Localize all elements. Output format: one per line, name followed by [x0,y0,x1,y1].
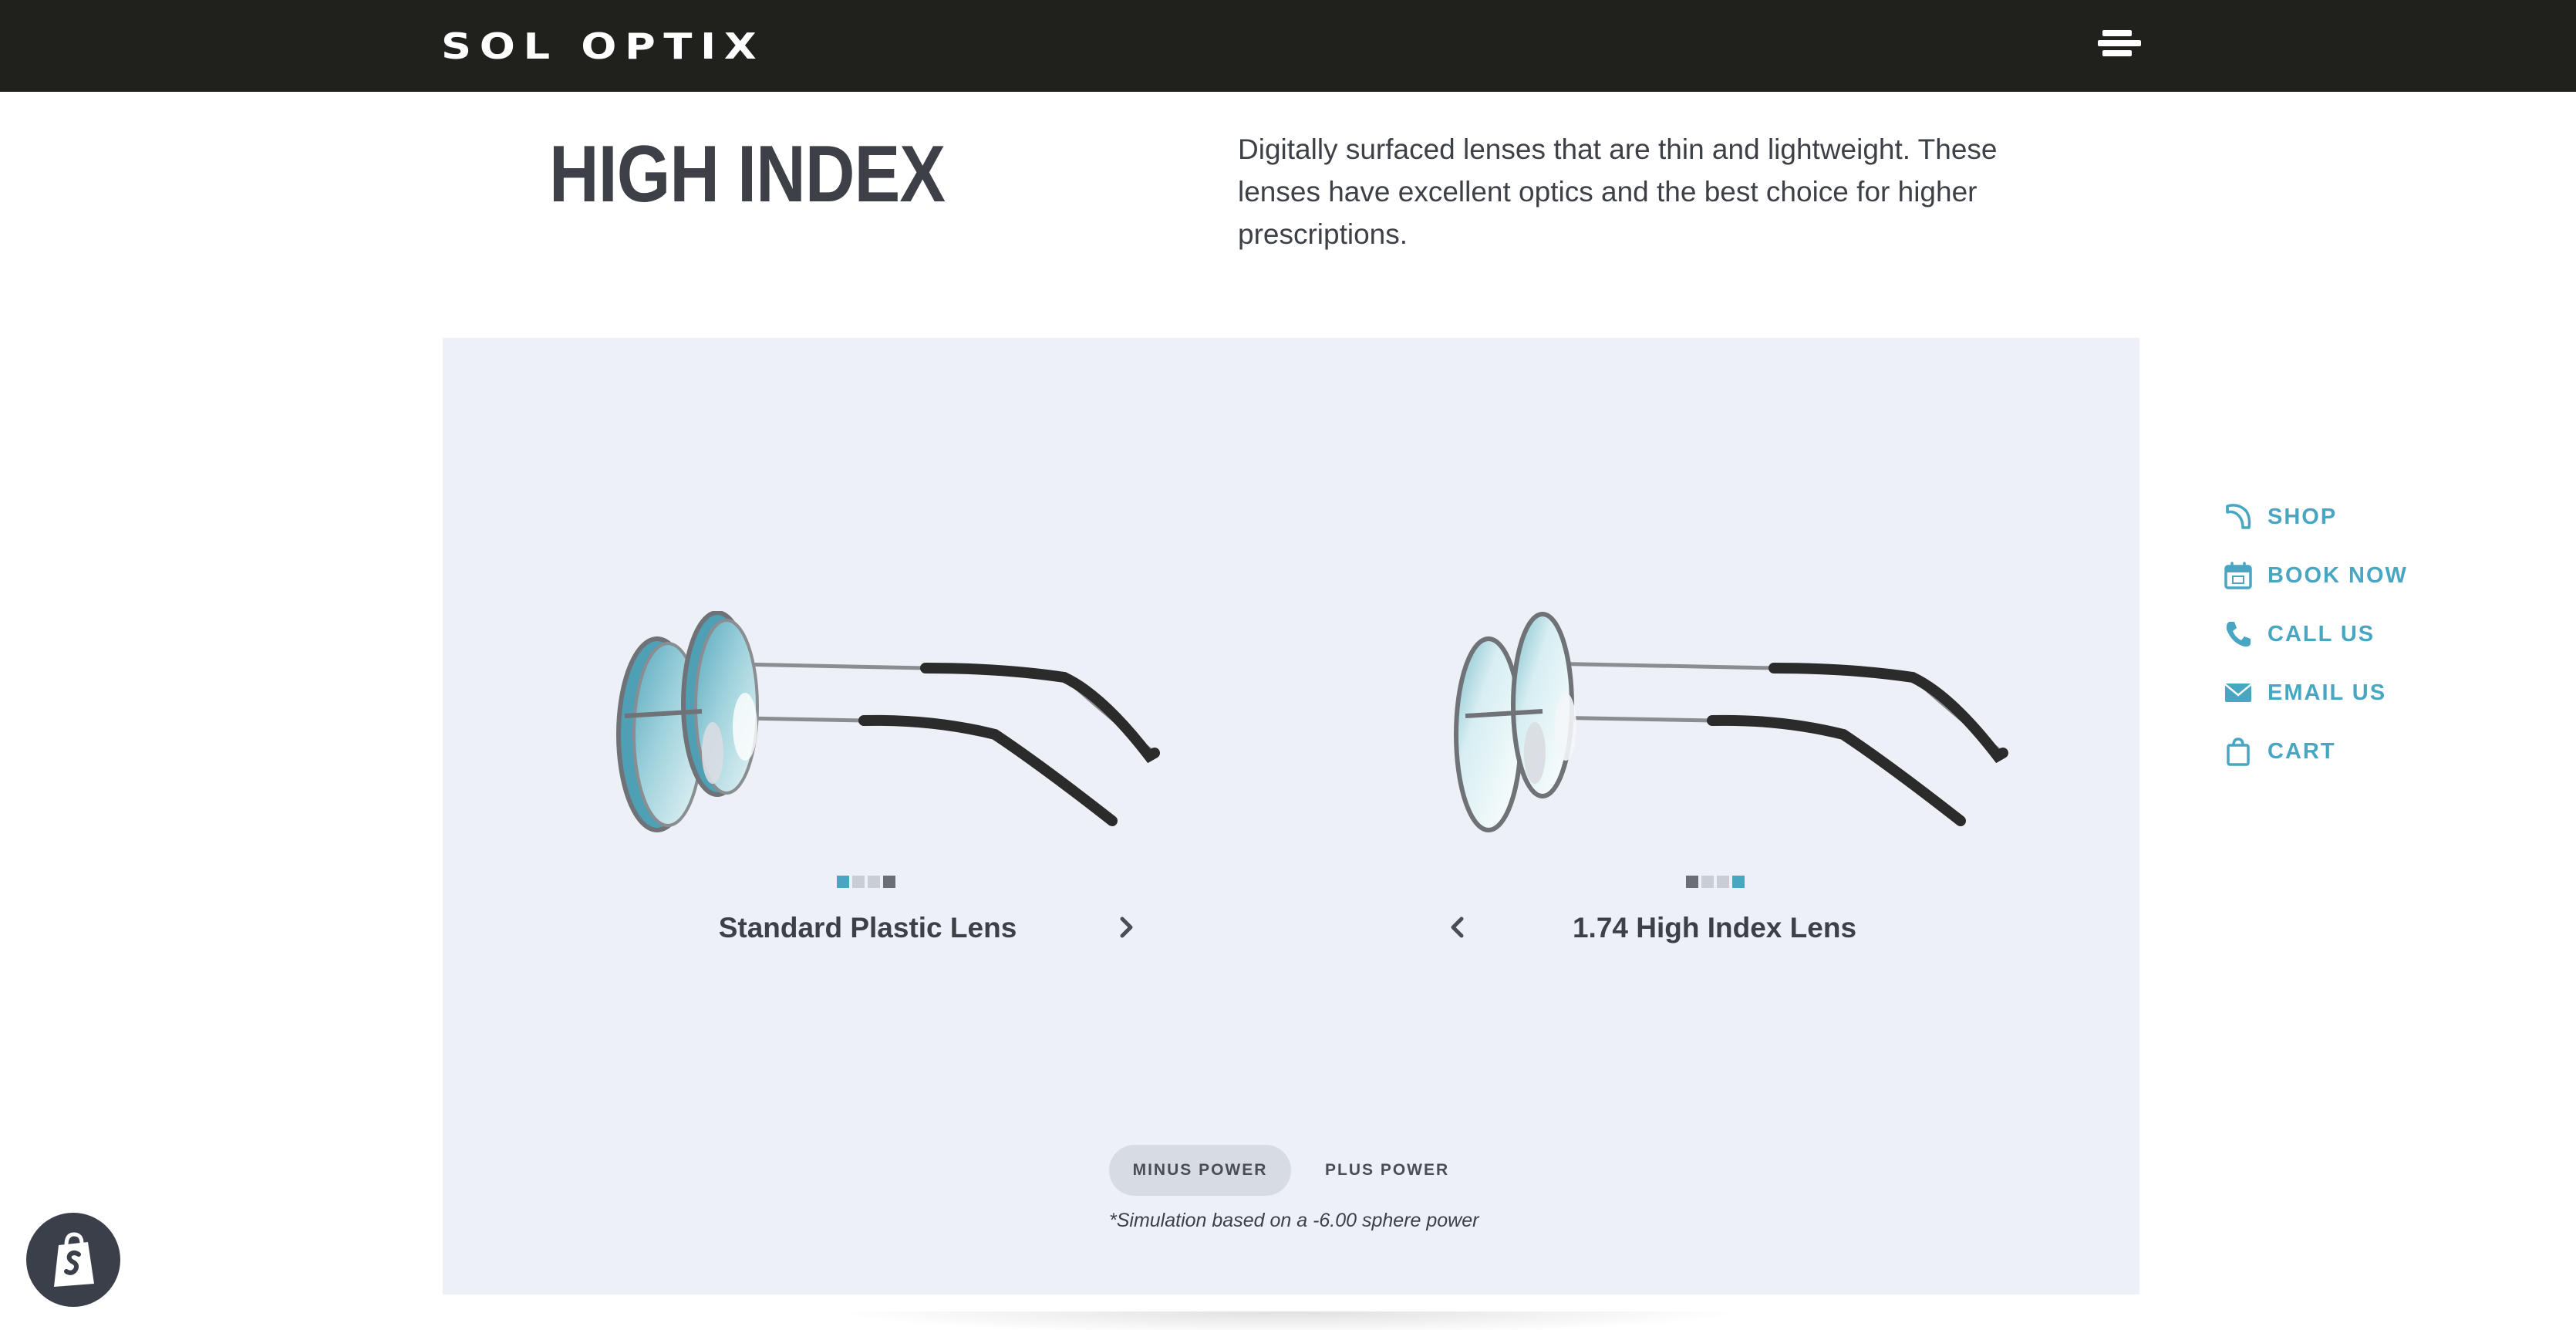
bottom-shadow [833,1311,1743,1330]
carousel-dots-left [837,876,895,889]
minus-power-button[interactable]: MINUS POWER [1109,1145,1291,1196]
quick-link-label: EMAIL US [2267,680,2387,705]
quick-link-label: CART [2267,738,2336,764]
top-navigation-bar: SOL OPTIX [0,0,2576,92]
envelope-icon [2224,684,2252,702]
glasses-standard-lens-image [616,611,1160,832]
shopify-badge[interactable] [26,1213,120,1307]
hamburger-menu-icon[interactable] [2098,28,2146,59]
carousel-dots-right [1686,876,1745,889]
carousel-dot[interactable] [1732,876,1745,888]
site-logo[interactable]: SOL OPTIX [441,23,764,69]
simulation-note: *Simulation based on a -6.00 sphere powe… [1109,1210,1479,1231]
carousel-dot[interactable] [883,876,895,888]
intro-description: Digitally surfaced lenses that are thin … [1238,133,1998,250]
quick-link-label: SHOP [2267,504,2338,529]
lens-icon [2226,504,2251,529]
lens-label-standard: Standard Plastic Lens [718,912,1017,943]
carousel-dot[interactable] [1717,876,1729,888]
power-toggle: MINUS POWER PLUS POWER [1109,1145,1483,1196]
carousel-dot[interactable] [1701,876,1714,888]
carousel-dot[interactable] [868,876,880,888]
plus-power-button[interactable]: PLUS POWER [1291,1145,1483,1196]
lens-label-high-index: 1.74 High Index Lens [1572,912,1857,943]
quick-link-label: CALL US [2267,621,2375,646]
carousel-dot[interactable] [837,876,849,888]
quick-link-label: BOOK NOW [2267,562,2408,588]
quick-link-cart[interactable]: CART [2223,734,2454,768]
shopping-bag-icon [2227,738,2250,766]
page-title: HIGH INDEX [549,130,946,219]
calendar-icon [2224,562,2252,589]
quick-link-book-now[interactable]: BOOK NOW [2223,559,2454,592]
quick-link-email-us[interactable]: EMAIL US [2223,676,2454,710]
quick-link-shop[interactable]: SHOP [2223,500,2454,534]
chevron-left-icon[interactable] [1442,912,1473,943]
quick-links-sidebar: SHOP BOOK NOW CALL US EMAIL US CART [2223,500,2454,793]
carousel-dot[interactable] [1686,876,1698,888]
shopify-bag-icon [54,1232,94,1287]
chevron-right-icon[interactable] [1111,912,1141,943]
carousel-dot[interactable] [852,876,865,888]
phone-icon [2226,622,2251,647]
quick-link-call-us[interactable]: CALL US [2223,617,2454,651]
glasses-high-index-lens-image [1454,612,2008,832]
